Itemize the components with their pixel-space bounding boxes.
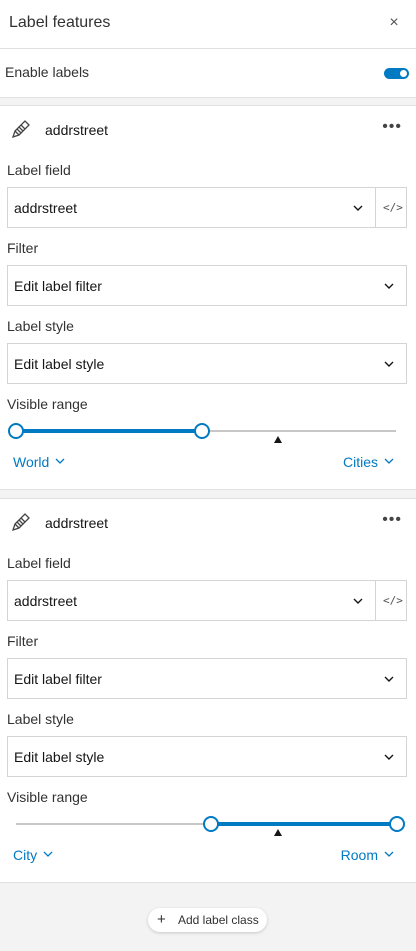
min-scale-dropdown[interactable]: World — [13, 454, 65, 470]
label-style-value: Edit label style — [14, 356, 105, 372]
label-field-value: addrstreet — [14, 200, 78, 216]
more-options-icon[interactable]: ••• — [382, 118, 402, 136]
label-class-header: addrstreet ••• — [0, 499, 416, 545]
label-field-select[interactable]: addrstreet — [7, 580, 376, 621]
enable-labels-toggle[interactable] — [384, 68, 409, 79]
pencil-label-icon — [11, 120, 30, 139]
filter-value: Edit label filter — [14, 278, 102, 294]
chevron-down-icon — [384, 851, 394, 857]
max-scale-dropdown[interactable]: Room — [341, 847, 394, 863]
panel-header: Label features × — [0, 0, 416, 49]
current-scale-marker — [274, 436, 282, 443]
chevron-down-icon — [353, 205, 363, 211]
label-style-select[interactable]: Edit label style — [7, 736, 407, 777]
slider-min-thumb[interactable] — [203, 816, 219, 832]
add-label-class-button[interactable]: + Add label class — [148, 908, 267, 932]
max-scale-dropdown[interactable]: Cities — [343, 454, 394, 470]
max-scale-value: Room — [340, 847, 378, 863]
code-icon: </> — [383, 594, 403, 607]
label-class-card: addrstreet ••• Label field addrstreet </… — [0, 498, 416, 883]
label-field-value: addrstreet — [14, 593, 78, 609]
add-label-class-label: Add label class — [178, 913, 259, 927]
chevron-down-icon — [384, 676, 394, 682]
label-field-select[interactable]: addrstreet — [7, 187, 376, 228]
chevron-down-icon — [55, 458, 65, 464]
label-class-card: addrstreet ••• Label field addrstreet </… — [0, 105, 416, 490]
min-scale-dropdown[interactable]: City — [13, 847, 53, 863]
current-scale-marker — [274, 829, 282, 836]
filter-value: Edit label filter — [14, 671, 102, 687]
expression-button[interactable]: </> — [375, 580, 407, 621]
filter-select[interactable]: Edit label filter — [7, 658, 407, 699]
chevron-down-icon — [384, 361, 394, 367]
max-scale-value: Cities — [342, 454, 378, 470]
visible-range-slider — [0, 809, 416, 839]
plus-icon: + — [157, 911, 166, 928]
chevron-down-icon — [384, 754, 394, 760]
filter-select[interactable]: Edit label filter — [7, 265, 407, 306]
slider-max-thumb[interactable] — [194, 423, 210, 439]
label-class-title: addrstreet — [45, 515, 109, 531]
visible-range-label: Visible range — [7, 789, 88, 805]
slider-range-fill — [16, 429, 202, 433]
toggle-knob — [400, 70, 407, 77]
slider-max-thumb[interactable] — [389, 816, 405, 832]
label-style-value: Edit label style — [14, 749, 105, 765]
visible-range-label: Visible range — [7, 396, 88, 412]
filter-label: Filter — [7, 633, 39, 649]
label-style-label: Label style — [7, 711, 74, 727]
filter-label: Filter — [7, 240, 39, 256]
expression-button[interactable]: </> — [375, 187, 407, 228]
label-field-label: Label field — [7, 162, 71, 178]
pencil-label-icon — [11, 513, 30, 532]
enable-labels-label: Enable labels — [5, 64, 90, 80]
slider-min-thumb[interactable] — [8, 423, 24, 439]
chevron-down-icon — [353, 598, 363, 604]
enable-labels-row: Enable labels — [0, 49, 416, 98]
min-scale-value: City — [13, 847, 38, 863]
min-scale-value: World — [13, 454, 50, 470]
label-style-select[interactable]: Edit label style — [7, 343, 407, 384]
panel-title: Label features — [9, 14, 111, 31]
label-class-title: addrstreet — [45, 122, 109, 138]
more-options-icon[interactable]: ••• — [382, 511, 402, 529]
chevron-down-icon — [384, 283, 394, 289]
chevron-down-icon — [43, 851, 53, 857]
label-class-header: addrstreet ••• — [0, 106, 416, 152]
chevron-down-icon — [384, 458, 394, 464]
label-style-label: Label style — [7, 318, 74, 334]
code-icon: </> — [383, 201, 403, 214]
close-icon[interactable]: × — [386, 13, 402, 33]
visible-range-slider — [0, 416, 416, 446]
label-field-label: Label field — [7, 555, 71, 571]
slider-range-fill — [211, 822, 397, 826]
